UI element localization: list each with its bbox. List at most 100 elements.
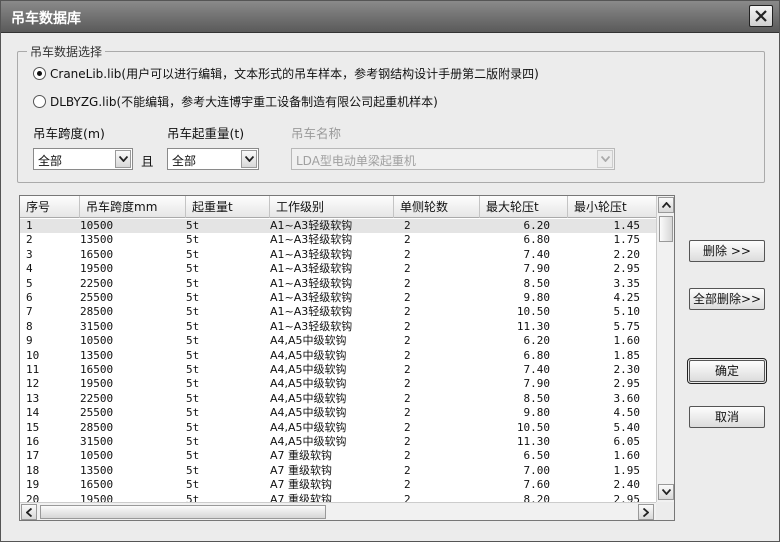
table-row[interactable]: 8 31500 5t A1~A3轻级软钩 2 11.30 5.75 (20, 320, 656, 334)
radio-button-checked[interactable] (33, 67, 46, 80)
table-row[interactable]: 10 13500 5t A4,A5中级软钩 2 6.80 1.85 (20, 349, 656, 363)
span-select[interactable]: 全部 (33, 148, 133, 170)
column-header-wheel-count[interactable]: 单侧轮数 (394, 196, 480, 218)
cell-span: 10500 (80, 334, 114, 348)
table-row[interactable]: 4 19500 5t A1~A3轻级软钩 2 7.90 2.95 (20, 262, 656, 276)
title-bar: 吊车数据库 (1, 1, 779, 33)
table-row[interactable]: 5 22500 5t A1~A3轻级软钩 2 8.50 3.35 (20, 277, 656, 291)
cell-span: 31500 (80, 319, 114, 333)
cell-work-class: A4,A5中级软钩 (270, 406, 347, 420)
close-button[interactable] (749, 5, 773, 27)
table-row[interactable]: 17 10500 5t A7 重级软钩 2 6.50 1.60 (20, 449, 656, 463)
crane-name-select: LDA型电动单梁起重机 (291, 148, 615, 170)
table-row[interactable]: 6 25500 5t A1~A3轻级软钩 2 9.80 4.25 (20, 291, 656, 305)
cell-index: 12 (26, 377, 40, 391)
chevron-down-icon (601, 156, 610, 162)
cell-index: 11 (26, 363, 40, 376)
table-row[interactable]: 14 25500 5t A4,A5中级软钩 2 9.80 4.50 (20, 406, 656, 420)
table-row[interactable]: 7 28500 5t A1~A3轻级软钩 2 10.50 5.10 (20, 305, 656, 319)
cell-span: 16500 (80, 247, 114, 261)
table-row[interactable]: 11 16500 5t A4,A5中级软钩 2 7.40 2.30 (20, 363, 656, 377)
span-select-arrow[interactable] (115, 150, 131, 168)
scroll-down-button[interactable] (658, 484, 674, 500)
group-title: 吊车数据选择 (27, 43, 106, 60)
cell-span: 22500 (80, 276, 114, 290)
table-row[interactable]: 19 16500 5t A7 重级软钩 2 7.60 2.40 (20, 478, 656, 492)
ok-button[interactable]: 确定 (687, 358, 767, 384)
table-row[interactable]: 15 28500 5t A4,A5中级软钩 2 10.50 5.40 (20, 421, 656, 435)
scroll-right-button[interactable] (638, 504, 654, 520)
cell-wheel-count: 2 (404, 406, 411, 420)
table-row[interactable]: 12 19500 5t A4,A5中级软钩 2 7.90 2.95 (20, 377, 656, 391)
horizontal-scrollbar[interactable] (20, 502, 656, 520)
radio-dlbyzg[interactable]: DLBYZG.lib(不能编辑，参考大连博宇重工设备制造有限公司起重机样本) (33, 93, 438, 110)
column-header-min-wheel-load[interactable]: 最小轮压t (568, 196, 656, 218)
cell-wheel-count: 2 (404, 420, 411, 434)
cell-capacity: 5t (186, 391, 200, 405)
cell-index: 16 (26, 435, 40, 448)
horizontal-scroll-thumb[interactable] (40, 505, 326, 519)
table-row[interactable]: 18 13500 5t A7 重级软钩 2 7.00 1.95 (20, 464, 656, 478)
cell-span: 13500 (80, 463, 114, 477)
cell-span: 10500 (80, 449, 114, 463)
cell-index: 6 (26, 291, 33, 304)
radio-button-unchecked[interactable] (33, 95, 46, 108)
cell-span: 19500 (80, 377, 114, 391)
cell-wheel-count: 2 (404, 247, 411, 261)
column-header-work-class[interactable]: 工作级别 (270, 196, 394, 218)
column-header-span[interactable]: 吊车跨度mm (80, 196, 186, 218)
table-row[interactable]: 1 10500 5t A1~A3轻级软钩 2 6.20 1.45 (20, 219, 656, 234)
cell-max-wheel-load: 6.80 (523, 233, 551, 247)
table-row[interactable]: 13 22500 5t A4,A5中级软钩 2 8.50 3.60 (20, 392, 656, 406)
cell-capacity: 5t (186, 406, 200, 420)
cell-work-class: A1~A3轻级软钩 (270, 233, 353, 247)
crane-data-table[interactable]: 序号 吊车跨度mm 起重量t 工作级别 单侧轮数 最大轮压t 最小轮压t 1 10… (19, 195, 675, 521)
cell-index: 19 (26, 478, 40, 492)
capacity-select-arrow[interactable] (241, 150, 257, 168)
scroll-left-button[interactable] (21, 504, 37, 520)
cell-capacity: 5t (186, 247, 200, 261)
cell-work-class: A1~A3轻级软钩 (270, 305, 353, 319)
cell-max-wheel-load: 10.50 (516, 305, 550, 319)
table-row[interactable]: 2 13500 5t A1~A3轻级软钩 2 6.80 1.75 (20, 233, 656, 247)
column-header-capacity[interactable]: 起重量t (186, 196, 270, 218)
cell-min-wheel-load: 5.40 (613, 420, 641, 434)
cell-wheel-count: 2 (404, 262, 411, 276)
cancel-button[interactable]: 取消 (689, 406, 765, 428)
cell-work-class: A1~A3轻级软钩 (270, 262, 353, 276)
cell-work-class: A7 重级软钩 (270, 449, 333, 463)
cell-capacity: 5t (186, 449, 200, 463)
cell-min-wheel-load: 3.35 (613, 276, 641, 290)
column-header-max-wheel-load[interactable]: 最大轮压t (480, 196, 568, 218)
close-icon (755, 10, 767, 22)
cell-work-class: A4,A5中级软钩 (270, 435, 347, 448)
vertical-scrollbar[interactable] (656, 196, 674, 502)
cell-max-wheel-load: 7.60 (523, 478, 551, 492)
cell-work-class: A4,A5中级软钩 (270, 334, 347, 348)
delete-all-button[interactable]: 全部删除>> (689, 288, 765, 310)
delete-button[interactable]: 删除 >> (689, 240, 765, 262)
crane-name-select-value: LDA型电动单梁起重机 (296, 154, 416, 168)
vertical-scroll-thumb[interactable] (659, 216, 673, 242)
cell-max-wheel-load: 7.90 (523, 262, 551, 276)
cell-max-wheel-load: 7.40 (523, 247, 551, 261)
capacity-label: 吊车起重量(t) (167, 126, 245, 141)
table-row[interactable]: 9 10500 5t A4,A5中级软钩 2 6.20 1.60 (20, 334, 656, 348)
window-title: 吊车数据库 (11, 11, 81, 27)
cell-capacity: 5t (186, 420, 200, 434)
radio-cranelib[interactable]: CraneLib.lib(用户可以进行编辑，文本形式的吊车样本，参考钢结构设计手… (33, 65, 539, 82)
column-header-index[interactable]: 序号 (20, 196, 80, 218)
scroll-up-button[interactable] (658, 197, 674, 213)
cell-wheel-count: 2 (404, 319, 411, 333)
cell-work-class: A1~A3轻级软钩 (270, 219, 353, 232)
cell-max-wheel-load: 9.80 (523, 406, 551, 420)
cell-span: 28500 (80, 305, 114, 319)
crane-name-select-arrow (597, 150, 613, 168)
span-select-value: 全部 (38, 154, 63, 168)
table-row[interactable]: 16 31500 5t A4,A5中级软钩 2 11.30 6.05 (20, 435, 656, 449)
cell-max-wheel-load: 6.80 (523, 348, 551, 362)
cell-max-wheel-load: 10.50 (516, 420, 550, 434)
cell-max-wheel-load: 6.20 (523, 334, 551, 348)
capacity-select[interactable]: 全部 (167, 148, 259, 170)
table-row[interactable]: 3 16500 5t A1~A3轻级软钩 2 7.40 2.20 (20, 248, 656, 262)
